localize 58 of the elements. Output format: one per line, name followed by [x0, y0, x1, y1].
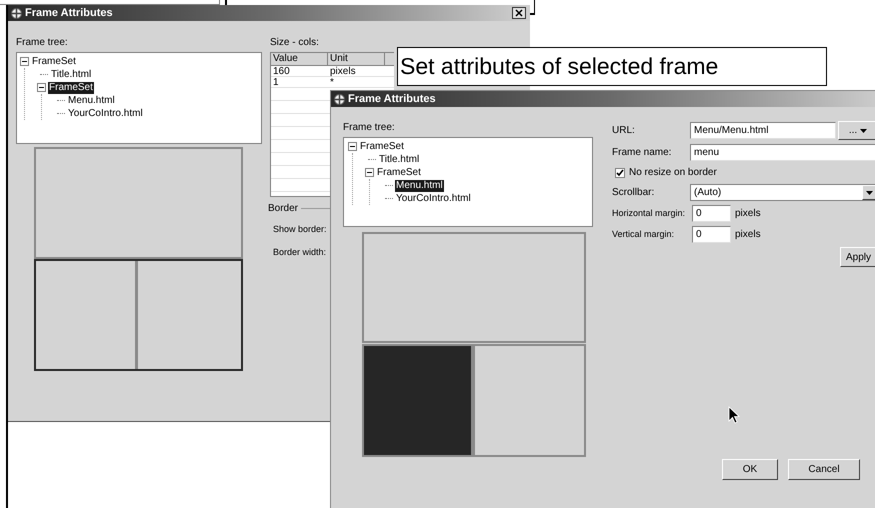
caret-icon	[866, 190, 872, 194]
pixels-label: pixels	[735, 207, 761, 221]
table-cell-text: 1	[272, 77, 280, 87]
url-label: URL:	[612, 124, 636, 138]
collapse-icon[interactable]	[348, 142, 357, 151]
column-header[interactable]: Value	[271, 53, 328, 66]
tree-item[interactable]: YourCoIntro.html	[395, 192, 472, 204]
vertical-margin-label: Vertical margin:	[612, 228, 676, 241]
tree-item[interactable]: Menu.html	[395, 180, 444, 192]
table-cell-text: *	[329, 77, 335, 87]
frameset-region[interactable]	[34, 259, 243, 371]
tree-view[interactable]: FrameSet Title.html FrameSet Menu.html YourCoIntro.html	[16, 52, 262, 144]
checkbox[interactable]	[615, 168, 625, 178]
tree-view[interactable]: FrameSet Title.html FrameSet Menu.html YourCoIntro.html	[343, 137, 593, 227]
collapse-icon[interactable]	[365, 168, 374, 177]
window-title: Frame Attributes	[348, 92, 436, 107]
browse-button[interactable]: ...	[838, 121, 875, 140]
tree-item[interactable]: Title.html	[378, 154, 420, 166]
tree-item[interactable]: YourCoIntro.html	[67, 108, 144, 120]
frame-tree-label: Frame tree:	[16, 36, 69, 50]
show-border-label: Show border:	[273, 223, 328, 236]
column-header[interactable]	[385, 53, 394, 66]
pixels-label: pixels	[735, 228, 761, 242]
column-header[interactable]: Unit	[328, 53, 385, 66]
tree-item[interactable]: Title.html	[50, 68, 92, 80]
collapse-icon[interactable]	[37, 83, 46, 92]
border-width-label: Border width:	[273, 246, 328, 258]
horizontal-margin-field[interactable]: 0	[692, 205, 731, 222]
table-cell-text: 160	[272, 66, 291, 76]
ok-button[interactable]: OK	[722, 459, 778, 480]
collapse-icon[interactable]	[20, 57, 29, 66]
horizontal-margin-label: Horizontal margin:	[612, 206, 686, 220]
tree-item[interactable]: Menu.html	[67, 94, 116, 106]
table-cell-text: pixels	[329, 66, 357, 76]
frame-name-field[interactable]: menu	[690, 144, 875, 161]
tree-item[interactable]: FrameSet	[359, 140, 405, 152]
mouse-pointer-icon	[728, 406, 740, 424]
apply-button[interactable]: Apply	[840, 247, 875, 267]
border-group-label: Border	[268, 202, 298, 216]
tree-item[interactable]: FrameSet	[31, 56, 77, 68]
frame-region[interactable]	[362, 344, 473, 457]
caret-icon	[860, 128, 868, 132]
frame-name-label: Frame name:	[612, 146, 672, 160]
scrollbar-dropdown[interactable]: (Auto)	[690, 184, 875, 201]
scrollbar-label: Scrollbar:	[612, 186, 656, 200]
window-title: Frame Attributes	[25, 6, 113, 21]
checkbox-label: No resize on border	[629, 166, 717, 180]
size-cols-label: Size - cols:	[270, 36, 320, 50]
frame-tree-label: Frame tree:	[343, 121, 396, 135]
crosshair-icon	[333, 92, 346, 106]
close-icon[interactable]	[512, 7, 526, 19]
vertical-margin-field[interactable]: 0	[692, 226, 731, 243]
cancel-button[interactable]: Cancel	[788, 459, 860, 480]
tree-item[interactable]: FrameSet	[48, 82, 94, 94]
tree-item[interactable]: FrameSet	[376, 166, 422, 178]
callout-caption: Set attributes of selected frame	[397, 47, 827, 86]
url-field[interactable]: Menu/Menu.html	[690, 122, 836, 139]
crosshair-icon	[10, 6, 23, 20]
